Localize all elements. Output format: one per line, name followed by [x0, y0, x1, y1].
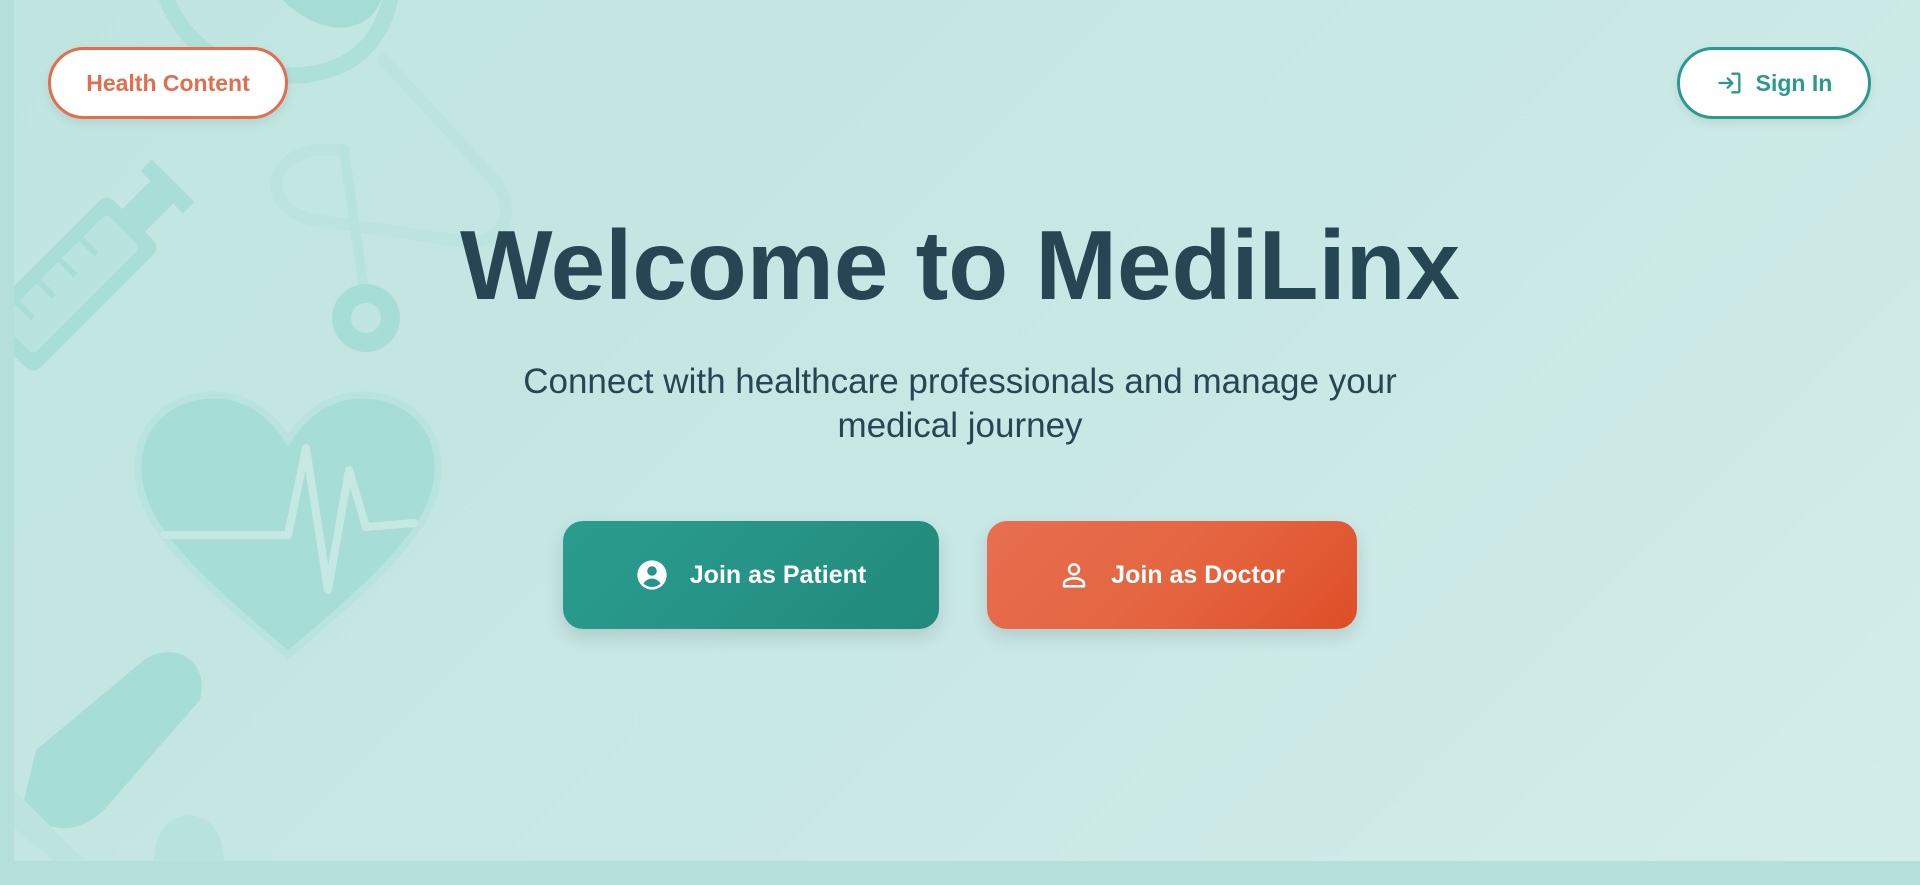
person-outline-icon [1062, 563, 1086, 588]
join-as-patient-button[interactable]: Join as Patient [563, 521, 939, 629]
join-as-patient-label: Join as Patient [689, 560, 867, 589]
health-content-label: Health Content [86, 69, 250, 96]
health-content-button[interactable]: Health Content [48, 47, 288, 119]
join-as-doctor-label: Join as Doctor [1111, 560, 1285, 589]
account-circle-icon [637, 560, 667, 590]
heart-pulse-icon [134, 391, 442, 660]
sign-in-label: Sign In [1755, 69, 1833, 96]
page-title: Welcome to MediLinx [459, 210, 1461, 320]
background-decoration [14, 0, 513, 861]
sign-in-button[interactable]: Sign In [1677, 47, 1871, 119]
join-as-doctor-button[interactable]: Join as Doctor [987, 521, 1357, 629]
page-subtitle: Connect with healthcare professionals an… [523, 362, 1397, 445]
login-icon [1717, 72, 1741, 94]
landing-page: Health Content Sign In Welcome to MediLi… [14, 0, 1920, 861]
pill-icon [14, 652, 224, 861]
